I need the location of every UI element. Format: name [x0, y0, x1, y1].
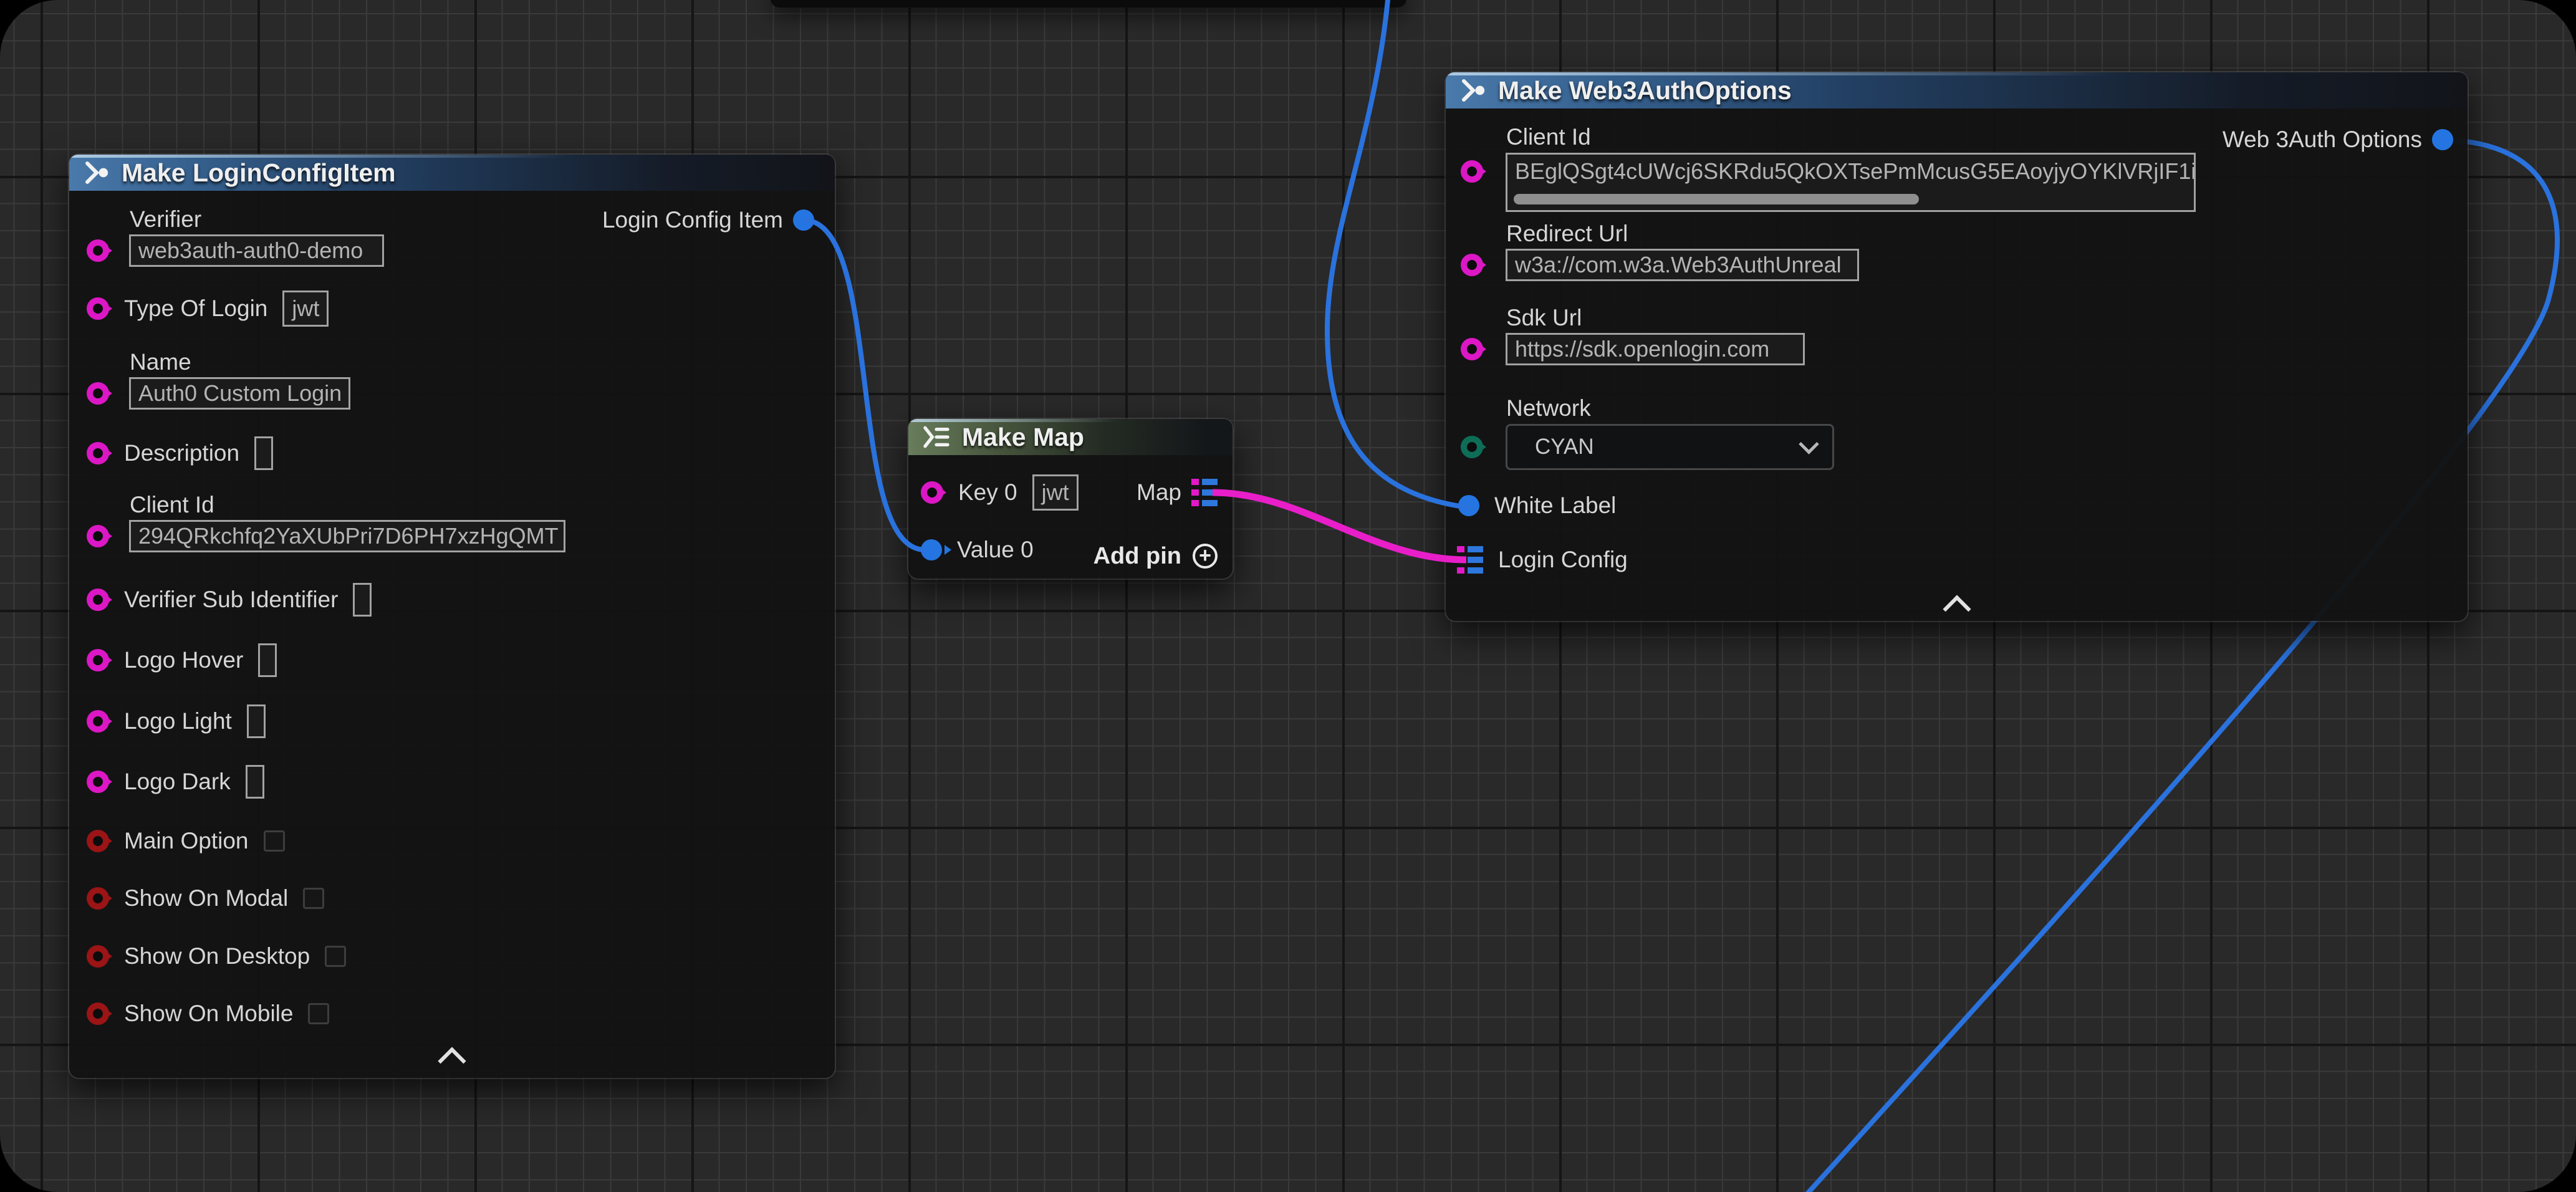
network-dropdown[interactable]: CYAN	[1506, 424, 1834, 470]
description-field[interactable]	[254, 436, 273, 470]
sdk-url-label: Sdk Url	[1506, 305, 1582, 331]
network-label: Network	[1506, 395, 1591, 421]
logo-hover-field[interactable]	[258, 643, 277, 677]
pin-verifier-sub-identifier[interactable]	[87, 589, 109, 611]
show-on-mobile-label: Show On Mobile	[124, 1001, 293, 1027]
redirect-url-label: Redirect Url	[1506, 221, 1628, 247]
wire-map-to-login-config[interactable]	[1213, 493, 1466, 560]
add-pin-icon: +	[1193, 544, 1218, 569]
value-0-label: Value 0	[957, 537, 1034, 563]
pin-show-on-modal[interactable]	[87, 887, 109, 910]
pin-logo-dark[interactable]	[87, 771, 109, 793]
main-option-label: Main Option	[124, 828, 249, 854]
pin-client-id[interactable]	[87, 525, 109, 547]
show-on-desktop-checkbox[interactable]	[325, 946, 346, 967]
node-header[interactable]: Make Map	[908, 419, 1233, 455]
output-label: Web 3Auth Options	[2223, 127, 2422, 153]
client-id-label: Client Id	[130, 492, 214, 518]
node-make-map[interactable]: Make Map Key 0 jwt Map Value 0	[908, 419, 1233, 579]
client-id-field[interactable]: 294QRkchfq2YaXUbPri7D6PH7xzHgQMT	[129, 520, 565, 552]
pin-client-id[interactable]	[1461, 160, 1483, 183]
login-config-label: Login Config	[1498, 547, 1628, 573]
type-of-login-label: Type Of Login	[124, 296, 267, 322]
name-field[interactable]: Auth0 Custom Login	[129, 377, 350, 410]
type-of-login-field[interactable]: jwt	[282, 291, 329, 327]
verifier-sub-identifier-label: Verifier Sub Identifier	[124, 587, 338, 613]
pin-show-on-mobile[interactable]	[87, 1002, 109, 1025]
node-title: Make Web3AuthOptions	[1498, 76, 1792, 105]
verifier-sub-identifier-field[interactable]	[353, 583, 372, 617]
redirect-url-field[interactable]: w3a://com.w3a.Web3AuthUnreal	[1506, 249, 1859, 281]
pin-show-on-desktop[interactable]	[87, 945, 109, 968]
network-dropdown-value: CYAN	[1535, 435, 1594, 459]
collapse-chevron-icon[interactable]	[438, 1047, 466, 1075]
chevron-down-icon	[1799, 434, 1819, 454]
node-title: Make Map	[962, 423, 1084, 452]
node-make-loginconfigitem[interactable]: Make LoginConfigItem Login Config Item V…	[69, 155, 835, 1078]
pin-key-0[interactable]	[921, 481, 943, 504]
node-title: Make LoginConfigItem	[122, 158, 396, 188]
pin-main-option[interactable]	[87, 830, 109, 852]
logo-hover-label: Logo Hover	[124, 647, 243, 673]
pin-name[interactable]	[87, 382, 109, 405]
client-id-label: Client Id	[1506, 124, 1591, 150]
verifier-label: Verifier	[130, 206, 201, 233]
pin-redirect-url[interactable]	[1461, 254, 1483, 276]
pin-network[interactable]	[1461, 436, 1483, 458]
offscreen-node-bottom-edge	[771, 0, 1406, 7]
key-0-label: Key 0	[958, 479, 1017, 506]
logo-light-label: Logo Light	[124, 708, 232, 734]
show-on-desktop-label: Show On Desktop	[124, 943, 310, 969]
pin-web3auth-options[interactable]	[2432, 129, 2453, 150]
verifier-field[interactable]: web3auth-auth0-demo	[129, 234, 384, 267]
make-map-icon	[922, 425, 951, 449]
output-label: Login Config Item	[602, 207, 783, 233]
pin-type-of-login[interactable]	[87, 297, 109, 320]
show-on-mobile-checkbox[interactable]	[308, 1003, 329, 1024]
client-id-field[interactable]: BEglQSgt4cUWcj6SKRdu5QkOXTsePmMcusG5EAoy…	[1506, 153, 2196, 212]
pin-sdk-url[interactable]	[1461, 338, 1483, 360]
pin-description[interactable]	[87, 442, 109, 464]
client-id-scrollbar[interactable]	[1514, 194, 1919, 204]
add-pin-button[interactable]: Add pin +	[1093, 543, 1218, 570]
white-label-label: White Label	[1494, 493, 1616, 519]
pin-logo-hover[interactable]	[87, 649, 109, 671]
logo-dark-field[interactable]	[246, 765, 264, 799]
show-on-modal-checkbox[interactable]	[303, 888, 324, 909]
node-make-web3authoptions[interactable]: Make Web3AuthOptions Web 3Auth Options C…	[1446, 72, 2468, 621]
logo-light-field[interactable]	[247, 704, 266, 738]
node-header[interactable]: Make LoginConfigItem	[69, 155, 835, 191]
logo-dark-label: Logo Dark	[124, 769, 231, 795]
show-on-modal-label: Show On Modal	[124, 885, 288, 911]
make-struct-icon	[83, 160, 110, 185]
pin-verifier[interactable]	[87, 239, 109, 262]
make-struct-icon	[1459, 78, 1487, 103]
collapse-chevron-icon[interactable]	[1943, 595, 1971, 623]
blueprint-graph-canvas[interactable]: Make LoginConfigItem Login Config Item V…	[0, 0, 2576, 1192]
name-label: Name	[130, 349, 191, 375]
pin-logo-light[interactable]	[87, 710, 109, 733]
key-0-field[interactable]: jwt	[1032, 474, 1079, 511]
node-header[interactable]: Make Web3AuthOptions	[1446, 72, 2468, 108]
sdk-url-field[interactable]: https://sdk.openlogin.com	[1506, 333, 1805, 365]
map-output-label: Map	[1137, 479, 1181, 506]
main-option-checkbox[interactable]	[264, 830, 285, 852]
description-label: Description	[124, 440, 239, 466]
